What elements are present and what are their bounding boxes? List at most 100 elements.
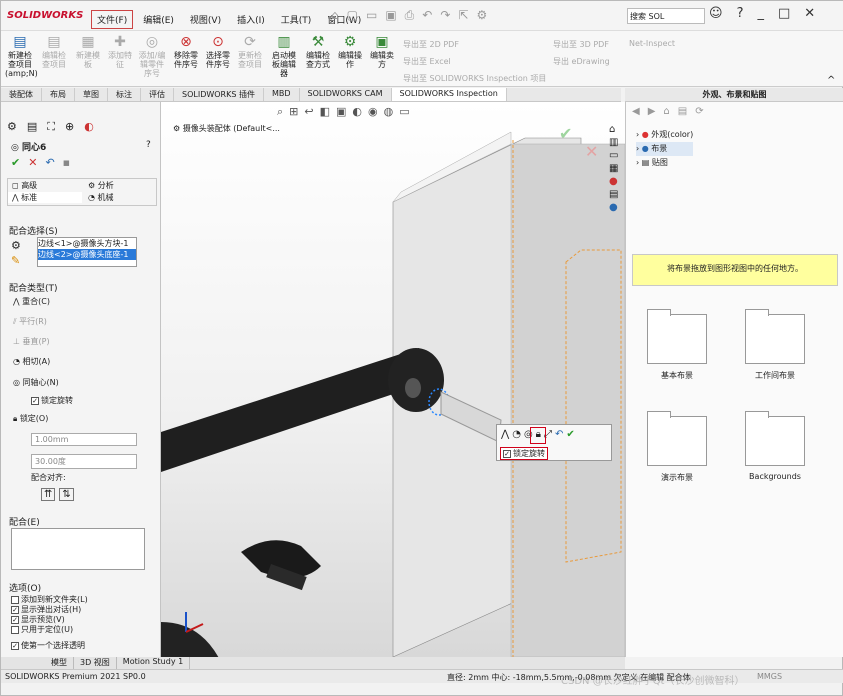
mate-lock[interactable]: 🔒︎ 锁定(O) bbox=[13, 413, 48, 424]
tree-item-scenes[interactable]: › ● 布景 bbox=[636, 142, 694, 156]
feature-tree-icon[interactable]: ⚙ bbox=[7, 120, 17, 134]
tangent-icon[interactable]: ◔ bbox=[512, 429, 521, 440]
tab-mbd[interactable]: MBD bbox=[264, 88, 300, 101]
model-viewport[interactable] bbox=[161, 102, 625, 657]
folder-backgrounds[interactable]: Backgrounds bbox=[744, 411, 806, 482]
export-2d-pdf[interactable]: 导出至 2D PDF bbox=[403, 39, 459, 50]
tab-cam[interactable]: SOLIDWORKS CAM bbox=[300, 88, 392, 101]
dimxpert-icon[interactable]: ⊕ bbox=[65, 120, 74, 134]
home-icon[interactable]: ⌂ bbox=[331, 8, 339, 23]
selection-item[interactable]: 边线<1>@摄像头方块-1 bbox=[38, 238, 136, 249]
redo-icon[interactable]: ↷ bbox=[440, 8, 450, 23]
tree-item-appearance[interactable]: › ● 外观(color) bbox=[636, 128, 693, 142]
appearances-icon[interactable]: ● bbox=[609, 176, 618, 187]
tab-analysis[interactable]: ⚙ 分析 bbox=[88, 180, 114, 191]
monitor-icon[interactable]: ▭ bbox=[399, 105, 409, 119]
design-library-icon[interactable]: ▥ bbox=[609, 137, 618, 148]
mate-coincident[interactable]: ⋀ 重合(C) bbox=[13, 296, 50, 307]
edit-method-button[interactable]: ⚒ 编辑检查方式 bbox=[303, 33, 333, 69]
coincident-icon[interactable]: ⋀ bbox=[501, 429, 509, 440]
menu-view[interactable]: 视图(V) bbox=[184, 10, 227, 29]
units-selector[interactable]: MMGS bbox=[757, 672, 782, 681]
mate-selections-header[interactable]: 配合选择(S) bbox=[9, 224, 58, 237]
community-icon[interactable]: ● bbox=[609, 202, 618, 213]
prev-view-icon[interactable]: ↩ bbox=[304, 105, 313, 119]
appearance-icon[interactable]: ◍ bbox=[384, 105, 394, 119]
popup-lock-rotation[interactable]: ✓ 锁定旋转 bbox=[500, 447, 548, 460]
tab-layout[interactable]: 布局 bbox=[42, 88, 75, 101]
confirm-cancel-icon[interactable]: ✕ bbox=[585, 142, 598, 161]
options-gear-icon[interactable]: ⚙ bbox=[476, 8, 487, 23]
angle-field[interactable]: 30.00度 bbox=[31, 454, 137, 469]
export-edrawing[interactable]: 导出 eDrawing bbox=[553, 56, 610, 67]
tab-advanced[interactable]: ◻ 高级 bbox=[12, 180, 37, 191]
anti-aligned-icon[interactable]: ⇅ bbox=[59, 488, 74, 501]
collapse-ribbon-icon[interactable]: ^ bbox=[827, 75, 835, 86]
resources-icon[interactable]: ⌂ bbox=[609, 124, 618, 135]
forward-icon[interactable]: ▶ bbox=[648, 106, 656, 117]
tab-model[interactable]: 模型 bbox=[45, 657, 74, 669]
template-editor-button[interactable]: ▥ 启动模板编辑器 bbox=[269, 33, 299, 78]
mate-perpendicular[interactable]: ⊥ 垂直(P) bbox=[13, 336, 50, 347]
undo-icon[interactable]: ↶ bbox=[45, 156, 54, 169]
undo-icon[interactable]: ↶ bbox=[555, 429, 563, 440]
view-palette-icon[interactable]: ▦ bbox=[609, 163, 618, 174]
folder-studio-scenes[interactable]: 工作间布景 bbox=[744, 309, 806, 380]
back-icon[interactable]: ◀ bbox=[632, 106, 640, 117]
property-manager-icon[interactable]: ▤ bbox=[27, 120, 37, 134]
undo-icon[interactable]: ↶ bbox=[422, 8, 432, 23]
mates-list[interactable] bbox=[11, 528, 145, 570]
custom-props-icon[interactable]: ▤ bbox=[609, 189, 618, 200]
pin-icon[interactable]: ▪ bbox=[63, 156, 70, 169]
select-icon[interactable]: ⇱ bbox=[458, 8, 468, 23]
mate-tangent[interactable]: ◔ 相切(A) bbox=[13, 356, 50, 367]
display-style-icon[interactable]: ◐ bbox=[352, 105, 362, 119]
tab-3d-views[interactable]: 3D 视图 bbox=[74, 657, 117, 669]
mates-header[interactable]: 配合(E) bbox=[9, 515, 40, 528]
remove-balloon-button[interactable]: ⊗ 移除零件序号 bbox=[171, 33, 201, 69]
close-button[interactable]: ✕ bbox=[804, 6, 815, 21]
zoom-area-icon[interactable]: ⊞ bbox=[289, 105, 298, 119]
menu-file[interactable]: 文件(F) bbox=[91, 10, 134, 29]
edit-operation-button[interactable]: ⚙ 编辑操作 bbox=[335, 33, 365, 69]
distance-field[interactable]: 1.00mm bbox=[31, 433, 137, 446]
open-icon[interactable]: ▭ bbox=[366, 8, 377, 23]
update-inspection-button[interactable]: ⟳ 更新检查项目 bbox=[235, 33, 265, 69]
ok-check-icon[interactable]: ✔ bbox=[11, 156, 20, 169]
config-manager-icon[interactable]: ⛶ bbox=[47, 120, 55, 134]
select-balloon-button[interactable]: ⊙ 选择零件序号 bbox=[203, 33, 233, 69]
net-inspect[interactable]: Net-Inspect bbox=[629, 39, 675, 48]
options-header[interactable]: 选项(O) bbox=[9, 581, 41, 594]
tab-evaluate[interactable]: 评估 bbox=[141, 88, 174, 101]
add-folder-icon[interactable]: ▤ bbox=[678, 106, 687, 117]
print-icon[interactable]: ⎙ bbox=[405, 8, 415, 23]
display-manager-icon[interactable]: ◐ bbox=[84, 120, 94, 134]
lock-rotation-checkbox[interactable]: ✓ 锁定旋转 bbox=[31, 395, 73, 406]
folder-basic-scenes[interactable]: 基本布景 bbox=[646, 309, 708, 380]
tab-inspection[interactable]: SOLIDWORKS Inspection bbox=[391, 88, 507, 101]
menu-insert[interactable]: 插入(I) bbox=[231, 10, 271, 29]
help-icon[interactable]: ? bbox=[146, 140, 151, 150]
aligned-icon[interactable]: ⇈ bbox=[41, 488, 56, 501]
tab-assembly[interactable]: 装配体 bbox=[1, 88, 42, 101]
tab-addins[interactable]: SOLIDWORKS 插件 bbox=[174, 88, 264, 101]
add-feature-button[interactable]: ✚ 添加特征 bbox=[105, 33, 135, 69]
tab-standard[interactable]: ⋀ 标准 bbox=[8, 192, 82, 203]
menu-tools[interactable]: 工具(T) bbox=[275, 10, 318, 29]
hide-show-icon[interactable]: ◉ bbox=[368, 105, 378, 119]
mate-types-header[interactable]: 配合类型(T) bbox=[9, 281, 58, 294]
home-icon[interactable]: ⌂ bbox=[663, 106, 669, 117]
new-template-button[interactable]: ▦ 新建模板 bbox=[73, 33, 103, 69]
export-excel[interactable]: 导出至 Excel bbox=[403, 56, 451, 67]
search-input[interactable]: 搜索 SOL bbox=[627, 8, 705, 24]
option-positioning-only[interactable]: 只用于定位(U) bbox=[11, 624, 73, 635]
refresh-icon[interactable]: ⟳ bbox=[695, 106, 703, 117]
breadcrumb[interactable]: ⚙ 摄像头装配体 (Default<... bbox=[173, 123, 280, 134]
minimize-button[interactable]: _ bbox=[757, 6, 764, 21]
graphics-area[interactable]: ⌕ ⊞ ↩ ◧ ▣ ◐ ◉ ◍ ▭ ⚙ 摄像头装配体 (Default<... … bbox=[161, 102, 625, 657]
tab-sketch[interactable]: 草图 bbox=[75, 88, 108, 101]
maximize-button[interactable]: □ bbox=[778, 6, 790, 21]
menu-edit[interactable]: 编辑(E) bbox=[137, 10, 180, 29]
tab-mechanical[interactable]: ◔ 机械 bbox=[88, 192, 114, 203]
file-explorer-icon[interactable]: ▭ bbox=[609, 150, 618, 161]
